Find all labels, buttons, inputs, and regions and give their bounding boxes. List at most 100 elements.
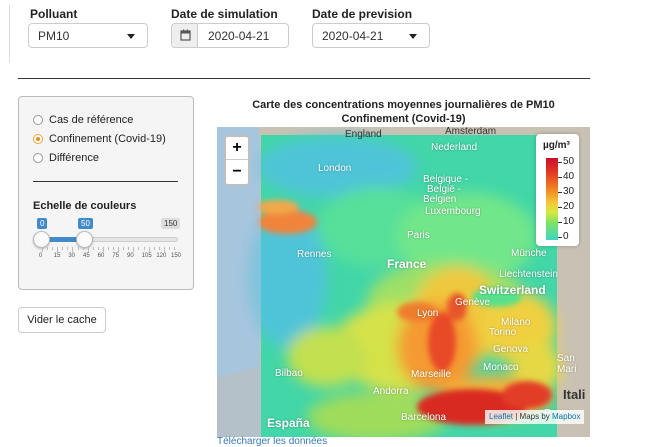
slider-tick (133, 247, 135, 252)
slider-tick (47, 247, 49, 250)
slider-tick (97, 247, 99, 250)
slider-max-badge: 150 (161, 218, 181, 229)
map-place-label: San Mari (557, 353, 577, 375)
slider-tick (42, 247, 43, 252)
legend-tick (558, 207, 562, 208)
leaflet-link[interactable]: Leaflet (489, 412, 513, 421)
slider-tick (108, 247, 109, 250)
slider-tick (153, 247, 155, 250)
slider-title: Echelle de couleurs (33, 200, 137, 212)
slider-tick-label: 105 (141, 253, 152, 259)
slider-tick (92, 247, 94, 250)
slider-tick (82, 247, 84, 250)
slider-tick (163, 247, 165, 252)
polluant-label: Polluant (30, 7, 78, 21)
date-simulation-label: Date de simulation (171, 7, 278, 21)
map-title-line2: Confinement (Covid-19) (341, 113, 466, 125)
slider-tick-label: 90 (127, 253, 134, 259)
slider-tick-label: 75 (112, 253, 120, 259)
slider-high-badge: 50 (78, 218, 93, 229)
date-simulation-input[interactable]: 2020-04-21 (171, 23, 289, 48)
slider-high-handle[interactable] (76, 231, 93, 248)
legend-tick (558, 237, 562, 238)
zoom-in-button[interactable]: + (226, 137, 248, 160)
slider-tick (168, 247, 170, 250)
map-place-label: Torino (489, 327, 517, 338)
map-place-label: Nederland (431, 142, 478, 153)
clear-cache-button[interactable]: Vider le cache (18, 307, 106, 333)
slider-tick (138, 247, 140, 250)
map-place-label: Andorra (373, 386, 409, 397)
map-place-label: Luxembourg (425, 206, 481, 217)
date-prevision-label: Date de prevision (312, 7, 413, 21)
slider-tick (87, 247, 89, 252)
polluant-value: PM10 (38, 29, 70, 43)
slider-tick (143, 247, 145, 250)
zoom-out-button[interactable]: − (226, 161, 248, 184)
map-place-label: España (267, 416, 310, 430)
slider-tick-label: 45 (83, 253, 90, 259)
legend-unit: µg/m³ (543, 140, 570, 151)
chevron-down-icon (409, 34, 417, 39)
map-place-label: London (318, 163, 352, 174)
radio-label-confinement: Confinement (Covid-19) (49, 133, 166, 145)
legend-label: 30 (563, 186, 575, 197)
slider-tick (113, 247, 115, 250)
polluant-select[interactable]: PM10 (28, 23, 148, 48)
slider-tick (158, 247, 160, 250)
date-simulation-value: 2020-04-21 (208, 29, 270, 43)
radio-difference[interactable] (33, 153, 43, 163)
map-title-line1: Carte des concentrations moyennes journa… (252, 99, 555, 111)
legend-label: 20 (563, 201, 575, 212)
divider (18, 78, 590, 79)
map-place-label: Barcelona (401, 412, 447, 423)
map-place-label: Genova (493, 344, 529, 355)
map-place-label: Paris (407, 230, 430, 241)
slider-tick (174, 247, 175, 250)
map-place-label: England (345, 129, 382, 140)
slider-tick-label: 0 (39, 253, 43, 259)
map-title: Carte des concentrations moyennes journa… (217, 98, 590, 126)
slider-tick (102, 247, 104, 252)
map-place-label: Rennes (297, 249, 332, 260)
map-place-label: Belgien (423, 194, 457, 205)
slider-tick-label: 150 (171, 253, 182, 259)
map-attribution: Leaflet | Maps by Mapbox (485, 410, 585, 424)
slider-low-handle[interactable] (33, 231, 50, 248)
radio-cas-reference[interactable] (33, 115, 43, 125)
slider-tick (123, 247, 125, 250)
zoom-control: + − (224, 135, 250, 186)
map-place-label: Switzerland (479, 283, 546, 297)
map-place-label: Marseille (411, 369, 452, 380)
slider-tick (67, 247, 69, 250)
legend-label: 50 (563, 156, 575, 167)
map-place-label: Itali (563, 387, 586, 402)
slider-tick-label: 15 (53, 253, 61, 259)
slider-tick-label: 120 (156, 253, 167, 259)
legend-tick (558, 192, 562, 193)
attribution-separator: | Maps by (513, 412, 553, 421)
slider-tick (62, 247, 64, 250)
legend-label: 0 (563, 231, 569, 242)
radio-confinement[interactable] (33, 134, 43, 144)
slider-low-badge: 0 (37, 218, 48, 229)
map-place-label: Liechtenstein (499, 269, 558, 280)
download-data-link[interactable]: Télécharger les données (217, 436, 327, 447)
chevron-down-icon (127, 34, 135, 39)
slider-tick-label: 30 (68, 253, 76, 259)
map[interactable]: + − England Amsterdam Nederland London Belgi… (217, 127, 590, 437)
radio-label-cas-reference: Cas de référence (49, 114, 134, 126)
slider-tick (77, 247, 79, 250)
map-place-label: Genève (455, 297, 491, 308)
mapbox-link[interactable]: Mapbox (552, 412, 580, 421)
calendar-icon (172, 24, 198, 47)
legend-tick (558, 177, 562, 178)
legend-tick (558, 222, 562, 223)
map-place-label: Bilbao (275, 368, 303, 379)
date-prevision-select[interactable]: 2020-04-21 (312, 23, 430, 48)
map-place-label: Lyon (417, 308, 439, 319)
radio-label-difference: Différence (49, 152, 99, 164)
legend-colorbar (546, 158, 558, 240)
legend-label: 40 (563, 171, 575, 182)
map-place-label: Münche (511, 248, 547, 259)
